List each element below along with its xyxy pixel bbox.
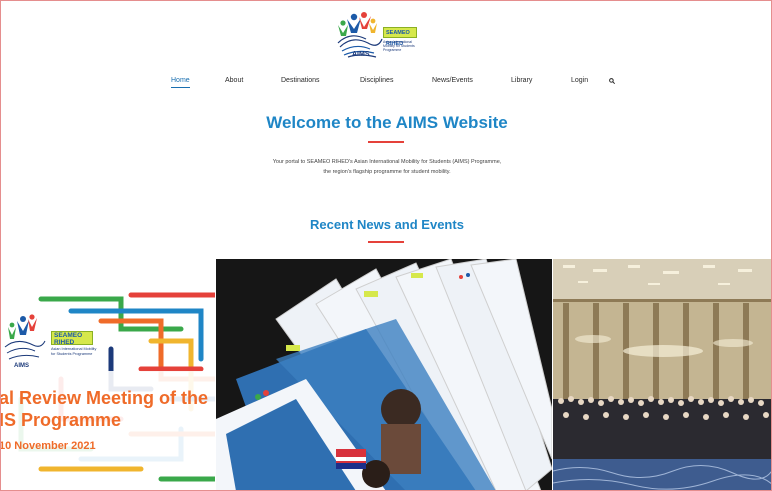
news-section-title: Recent News and Events (310, 217, 464, 232)
logo-subtitle: Asian International Mobility for Student… (383, 40, 415, 52)
page-frame: SEAMEO RIHED Asian International Mobilit… (0, 0, 772, 491)
card-logo-badge: SEAMEO RIHED (51, 331, 93, 346)
conference-photo-icon (553, 259, 771, 490)
nav-destinations[interactable]: Destinations (281, 77, 320, 84)
news-card-review-meeting[interactable]: SEAMEO RIHED Asian International Mobilit… (1, 259, 215, 490)
card-date: 10 November 2021 (1, 440, 96, 452)
nav-library[interactable]: Library (511, 77, 532, 84)
nav-login[interactable]: Login (571, 77, 588, 84)
intro-line-1: Your portal to SEAMEO RIHED's Asian Inte… (272, 159, 502, 165)
search-icon[interactable] (609, 78, 615, 84)
nav-home[interactable]: Home (171, 77, 190, 88)
news-divider (368, 241, 404, 243)
main-nav: Home About Destinations Disciplines News… (1, 77, 771, 91)
nav-about[interactable]: About (225, 77, 243, 84)
news-card-brochures[interactable] (216, 259, 552, 490)
logo-badge: SEAMEO RIHED (383, 27, 417, 47)
maze-pattern-icon (1, 292, 215, 482)
brochures-photo-icon (216, 259, 552, 490)
intro-line-2: the region's flagship programme for stud… (323, 169, 451, 175)
card-logo-name: AIMS (14, 363, 29, 369)
card-title-line-2: IS Programme (1, 410, 122, 430)
nav-news-events[interactable]: News/Events (432, 77, 473, 84)
news-card-conference[interactable] (553, 259, 771, 490)
page-title: Welcome to the AIMS Website (266, 113, 508, 132)
intro-text: Your portal to SEAMEO RIHED's Asian Inte… (1, 157, 771, 177)
card-title-line-1: al Review Meeting of the (1, 388, 209, 408)
nav-disciplines[interactable]: Disciplines (360, 77, 393, 84)
card-logo-subtitle: Asian International Mobility for Student… (51, 347, 97, 356)
title-divider (368, 141, 404, 143)
logo-name: AIMS (352, 51, 370, 58)
